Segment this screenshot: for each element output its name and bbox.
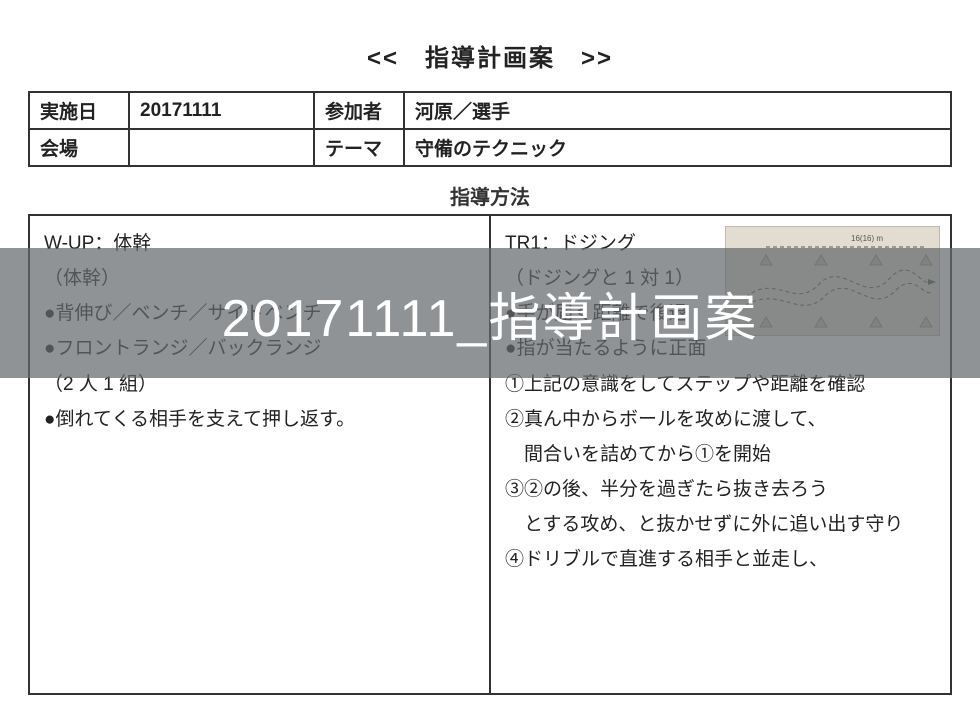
tr1-step-3: ③②の後、半分を過ぎたら抜き去ろう [505,472,936,507]
label-venue: 会場 [29,129,129,166]
value-theme: 守備のテクニック [404,129,951,166]
diagram-width-label: 16(16) m [851,234,883,243]
tr1-step-4: ④ドリブルで直進する相手と並走し、 [505,542,936,577]
value-venue [129,129,314,166]
header-table: 実施日 20171111 参加者 河原／選手 会場 テーマ 守備のテクニック [28,91,952,167]
label-participants: 参加者 [314,92,404,129]
value-date: 20171111 [129,92,314,129]
diagram-svg: 16(16) m [726,227,941,337]
tr1-step-3a: とする攻め、と抜かせずに外に追い出す守り [505,507,936,542]
wup-item-2a: （2 人 1 組） [44,367,475,402]
wup-title: W-UP：体幹 [44,226,475,261]
wup-item-3: ●倒れてくる相手を支えて押し返す。 [44,402,475,437]
left-column: W-UP：体幹 （体幹） ●背伸び／ベンチ／サイドベンチ ●フロントランジ／バッ… [29,215,490,694]
tr1-step-1: ①上記の意識をしてステップや距離を確認 [505,367,936,402]
section-heading: 指導方法 [28,175,952,214]
label-theme: テーマ [314,129,404,166]
wup-item-2: ●フロントランジ／バックランジ [44,331,475,366]
tr1-step-2: ②真ん中からボールを攻めに渡して、 [505,402,936,437]
wup-item-1: ●背伸び／ベンチ／サイドベンチ [44,296,475,331]
tr1-step-2a: 間合いを詰めてから①を開始 [505,437,936,472]
page-title: << 指導計画案 >> [28,38,952,73]
document-page: << 指導計画案 >> 実施日 20171111 参加者 河原／選手 会場 テー… [0,0,980,715]
label-date: 実施日 [29,92,129,129]
body-table: W-UP：体幹 （体幹） ●背伸び／ベンチ／サイドベンチ ●フロントランジ／バッ… [28,214,952,695]
value-participants: 河原／選手 [404,92,951,129]
right-column: 16(16) m TR1：ドジン [490,215,951,694]
field-diagram: 16(16) m [725,226,940,336]
wup-subtitle: （体幹） [44,261,475,296]
